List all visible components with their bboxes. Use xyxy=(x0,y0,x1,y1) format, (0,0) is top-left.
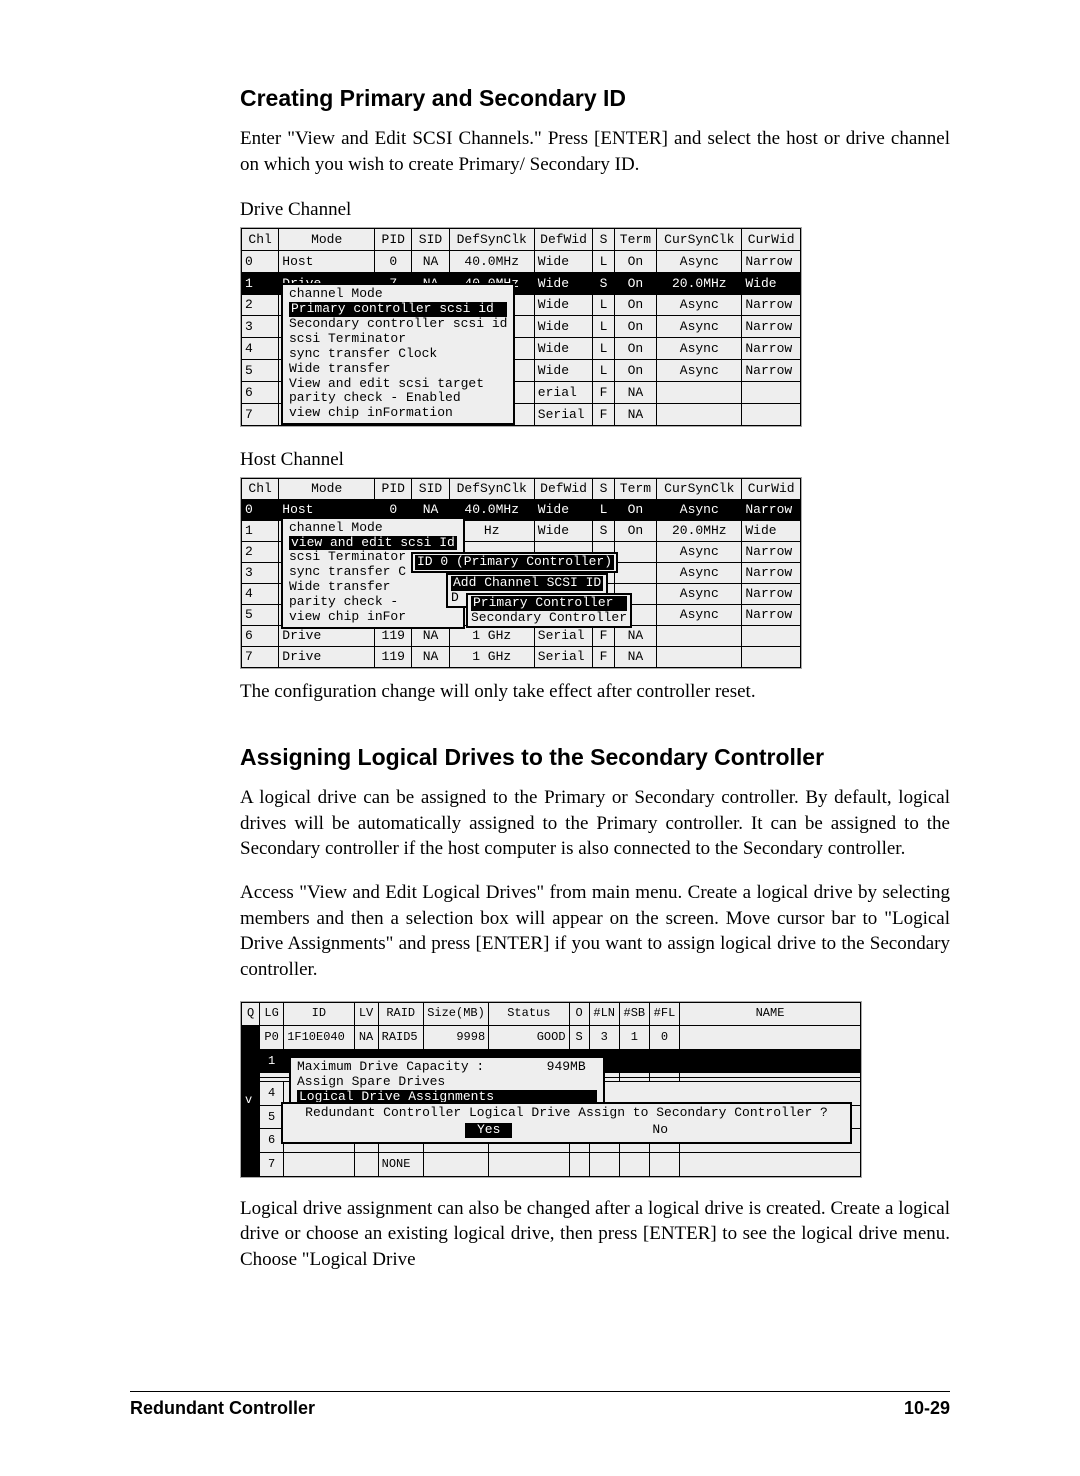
menu-item[interactable]: view chip inFor xyxy=(289,610,457,625)
table-row: 0Host 0NA 40.0MHzWide LOn AsyncNarrow xyxy=(242,250,801,272)
menu-item-selected[interactable]: ID 0 (Primary Controller) xyxy=(415,555,614,570)
col-mode: Mode xyxy=(279,228,375,250)
col-curwid: CurWid xyxy=(742,228,801,250)
page-footer: Redundant Controller 10-29 xyxy=(130,1391,950,1419)
menu-item-selected[interactable]: Add Channel SCSI ID xyxy=(451,576,603,591)
table-row: 7 NONE xyxy=(242,1153,861,1177)
col-s: S xyxy=(593,228,614,250)
host-channel-screenshot: ChlMode PIDSID DefSynClkDefWid STerm Cur… xyxy=(240,477,802,669)
host-context-menu-2[interactable]: ID 0 (Primary Controller) xyxy=(411,552,618,573)
heading-creating-id: Creating Primary and Secondary ID xyxy=(240,85,950,112)
footer-title: Redundant Controller xyxy=(130,1398,315,1419)
menu-item[interactable]: Assign Spare Drives xyxy=(297,1075,597,1090)
heading-assigning-ld: Assigning Logical Drives to the Secondar… xyxy=(240,744,950,771)
paragraph: Access "View and Edit Logical Drives" fr… xyxy=(240,880,950,983)
menu-item[interactable]: scsi Terminator xyxy=(289,332,507,347)
col-cursynclk: CurSynClk xyxy=(657,228,742,250)
col-defsynclk: DefSynClk xyxy=(449,228,534,250)
menu-item[interactable]: Secondary Controller xyxy=(471,611,627,626)
menu-item[interactable]: View and edit scsi target xyxy=(289,377,507,392)
drive-channel-screenshot: Chl Mode PID SID DefSynClk DefWid S Term… xyxy=(240,227,802,427)
paragraph: A logical drive can be assigned to the P… xyxy=(240,785,950,862)
footer-page-number: 10-29 xyxy=(904,1398,950,1419)
menu-item[interactable]: view chip inFormation xyxy=(289,406,507,421)
menu-item[interactable]: Secondary controller scsi id xyxy=(289,317,507,332)
table-row: 7Drive 119NA 1 GHzSerial FNA xyxy=(242,646,801,667)
table-header-row: ChlMode PIDSID DefSynClkDefWid STerm Cur… xyxy=(242,478,801,499)
host-context-menu-4[interactable]: Primary Controller Secondary Controller xyxy=(466,593,632,629)
col-chl: Chl xyxy=(242,228,279,250)
drive-channel-caption: Drive Channel xyxy=(240,197,950,223)
table-header-row: QLG IDLV RAIDSize(MB) StatusO #LN#SB #FL… xyxy=(242,1002,861,1026)
menu-item[interactable]: channel Mode xyxy=(289,287,507,302)
menu-item-selected[interactable]: view and edit scsi Id xyxy=(289,536,457,551)
menu-item[interactable]: sync transfer Clock xyxy=(289,347,507,362)
table-row: v v v v v v s v P01F10E040 NARAID5 9998G… xyxy=(242,1026,861,1050)
col-term: Term xyxy=(614,228,657,250)
menu-item[interactable]: parity check - Enabled xyxy=(289,391,507,406)
config-change-note: The configuration change will only take … xyxy=(240,679,950,705)
col-sid: SID xyxy=(412,228,449,250)
col-defwid: DefWid xyxy=(534,228,593,250)
table-header-row: Chl Mode PID SID DefSynClk DefWid S Term… xyxy=(242,228,801,250)
menu-item[interactable]: parity check - xyxy=(289,595,457,610)
sidebar-markers: v v v v v v s v xyxy=(242,1026,260,1176)
menu-item[interactable]: Wide transfer xyxy=(289,362,507,377)
intro-paragraph: Enter "View and Edit SCSI Channels." Pre… xyxy=(240,126,950,177)
host-channel-caption: Host Channel xyxy=(240,447,950,473)
logical-drive-screenshot: QLG IDLV RAIDSize(MB) StatusO #LN#SB #FL… xyxy=(240,1001,862,1178)
menu-item[interactable]: Maximum Drive Capacity : 949MB xyxy=(297,1060,597,1075)
menu-item[interactable]: channel Mode xyxy=(289,521,457,536)
confirm-dialog[interactable]: Redundant Controller Logical Drive Assig… xyxy=(281,1102,852,1144)
menu-item-selected[interactable]: Primary controller scsi id xyxy=(289,302,507,317)
menu-item-selected[interactable]: Primary Controller xyxy=(471,596,627,611)
drive-context-menu[interactable]: channel Mode Primary controller scsi id … xyxy=(281,283,515,425)
host-context-menu-1[interactable]: channel Mode view and edit scsi Id scsi … xyxy=(281,517,465,630)
no-button[interactable]: No xyxy=(652,1123,668,1138)
menu-item[interactable]: Wide transfer xyxy=(289,580,457,595)
capacity-menu[interactable]: Maximum Drive Capacity : 949MB Assign Sp… xyxy=(289,1056,605,1109)
confirm-text: Redundant Controller Logical Drive Assig… xyxy=(289,1106,844,1121)
yes-button[interactable]: Yes xyxy=(465,1123,512,1138)
col-pid: PID xyxy=(375,228,412,250)
closing-paragraph: Logical drive assignment can also be cha… xyxy=(240,1196,950,1273)
